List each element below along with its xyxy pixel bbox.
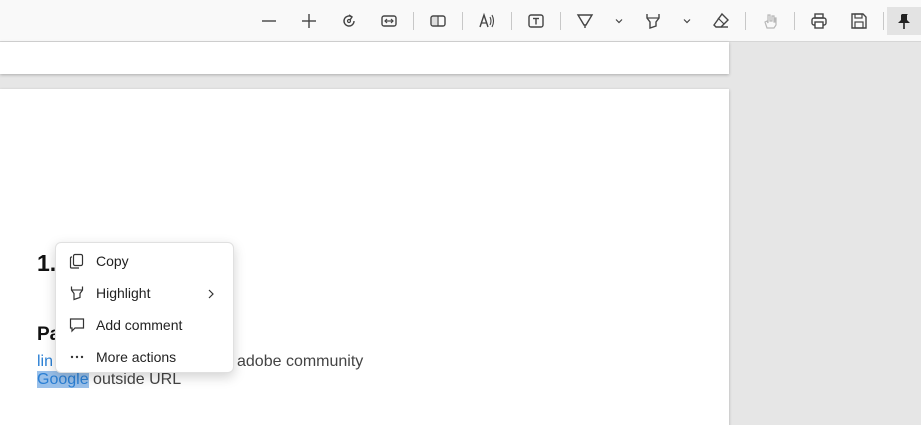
comment-icon [68,316,86,334]
draw-icon [576,14,594,28]
zoom-in-button[interactable] [294,7,324,35]
chevron-down-icon [615,19,623,24]
draw-button[interactable] [570,7,600,35]
document-line-2-text: outside URL [88,371,182,388]
document-link[interactable]: lin [37,353,53,370]
page-view-button[interactable] [423,7,453,35]
menu-item-label: Highlight [96,285,151,301]
touch-button[interactable] [755,7,785,35]
draw-options-dropdown[interactable] [612,11,626,31]
chevron-down-icon [683,19,691,24]
document-line-1-text: adobe community [237,353,364,370]
fit-width-button[interactable] [374,7,404,35]
menu-item-label: Add comment [96,317,183,333]
more-icon [68,348,86,366]
zoom-in-icon [302,14,316,28]
zoom-out-button[interactable] [254,7,284,35]
highlight-icon [646,14,660,29]
highlight-button[interactable] [638,7,668,35]
eraser-button[interactable] [706,7,736,35]
highlight-icon [68,284,86,302]
menu-item-label: Copy [96,253,129,269]
text-box-icon [528,14,544,28]
menu-item-copy[interactable]: Copy [56,245,233,277]
menu-item-add-comment[interactable]: Add comment [56,309,233,341]
pdf-toolbar [0,0,921,42]
page-view-icon [430,15,446,27]
copy-icon [68,252,86,270]
touch-icon [764,14,777,29]
document-line-2: Google outside URL [37,371,181,389]
zoom-out-icon [262,20,276,22]
rotate-button[interactable] [334,7,364,35]
pin-icon [898,14,910,29]
save-icon [851,13,867,29]
text-box-button[interactable] [521,7,551,35]
pdf-page-previous [0,42,729,74]
selected-text[interactable]: Google [37,371,89,388]
fit-width-icon [381,15,397,27]
print-button[interactable] [804,7,834,35]
highlight-options-dropdown[interactable] [680,11,694,31]
save-button[interactable] [844,7,874,35]
section-heading: 1. [37,250,57,276]
read-aloud-icon [479,12,495,28]
menu-item-more-actions[interactable]: More actions [56,341,233,373]
context-menu: Copy Highlight Add comment More actions [55,242,234,373]
document-line-1: lin adobe community [37,353,363,371]
eraser-icon [713,12,729,28]
chevron-right-icon [205,287,217,299]
print-icon [811,13,827,29]
menu-item-highlight[interactable]: Highlight [56,277,233,309]
rotate-icon [343,14,355,27]
pin-toolbar-button[interactable] [887,7,921,35]
read-aloud-button[interactable] [472,7,502,35]
menu-item-label: More actions [96,349,177,365]
